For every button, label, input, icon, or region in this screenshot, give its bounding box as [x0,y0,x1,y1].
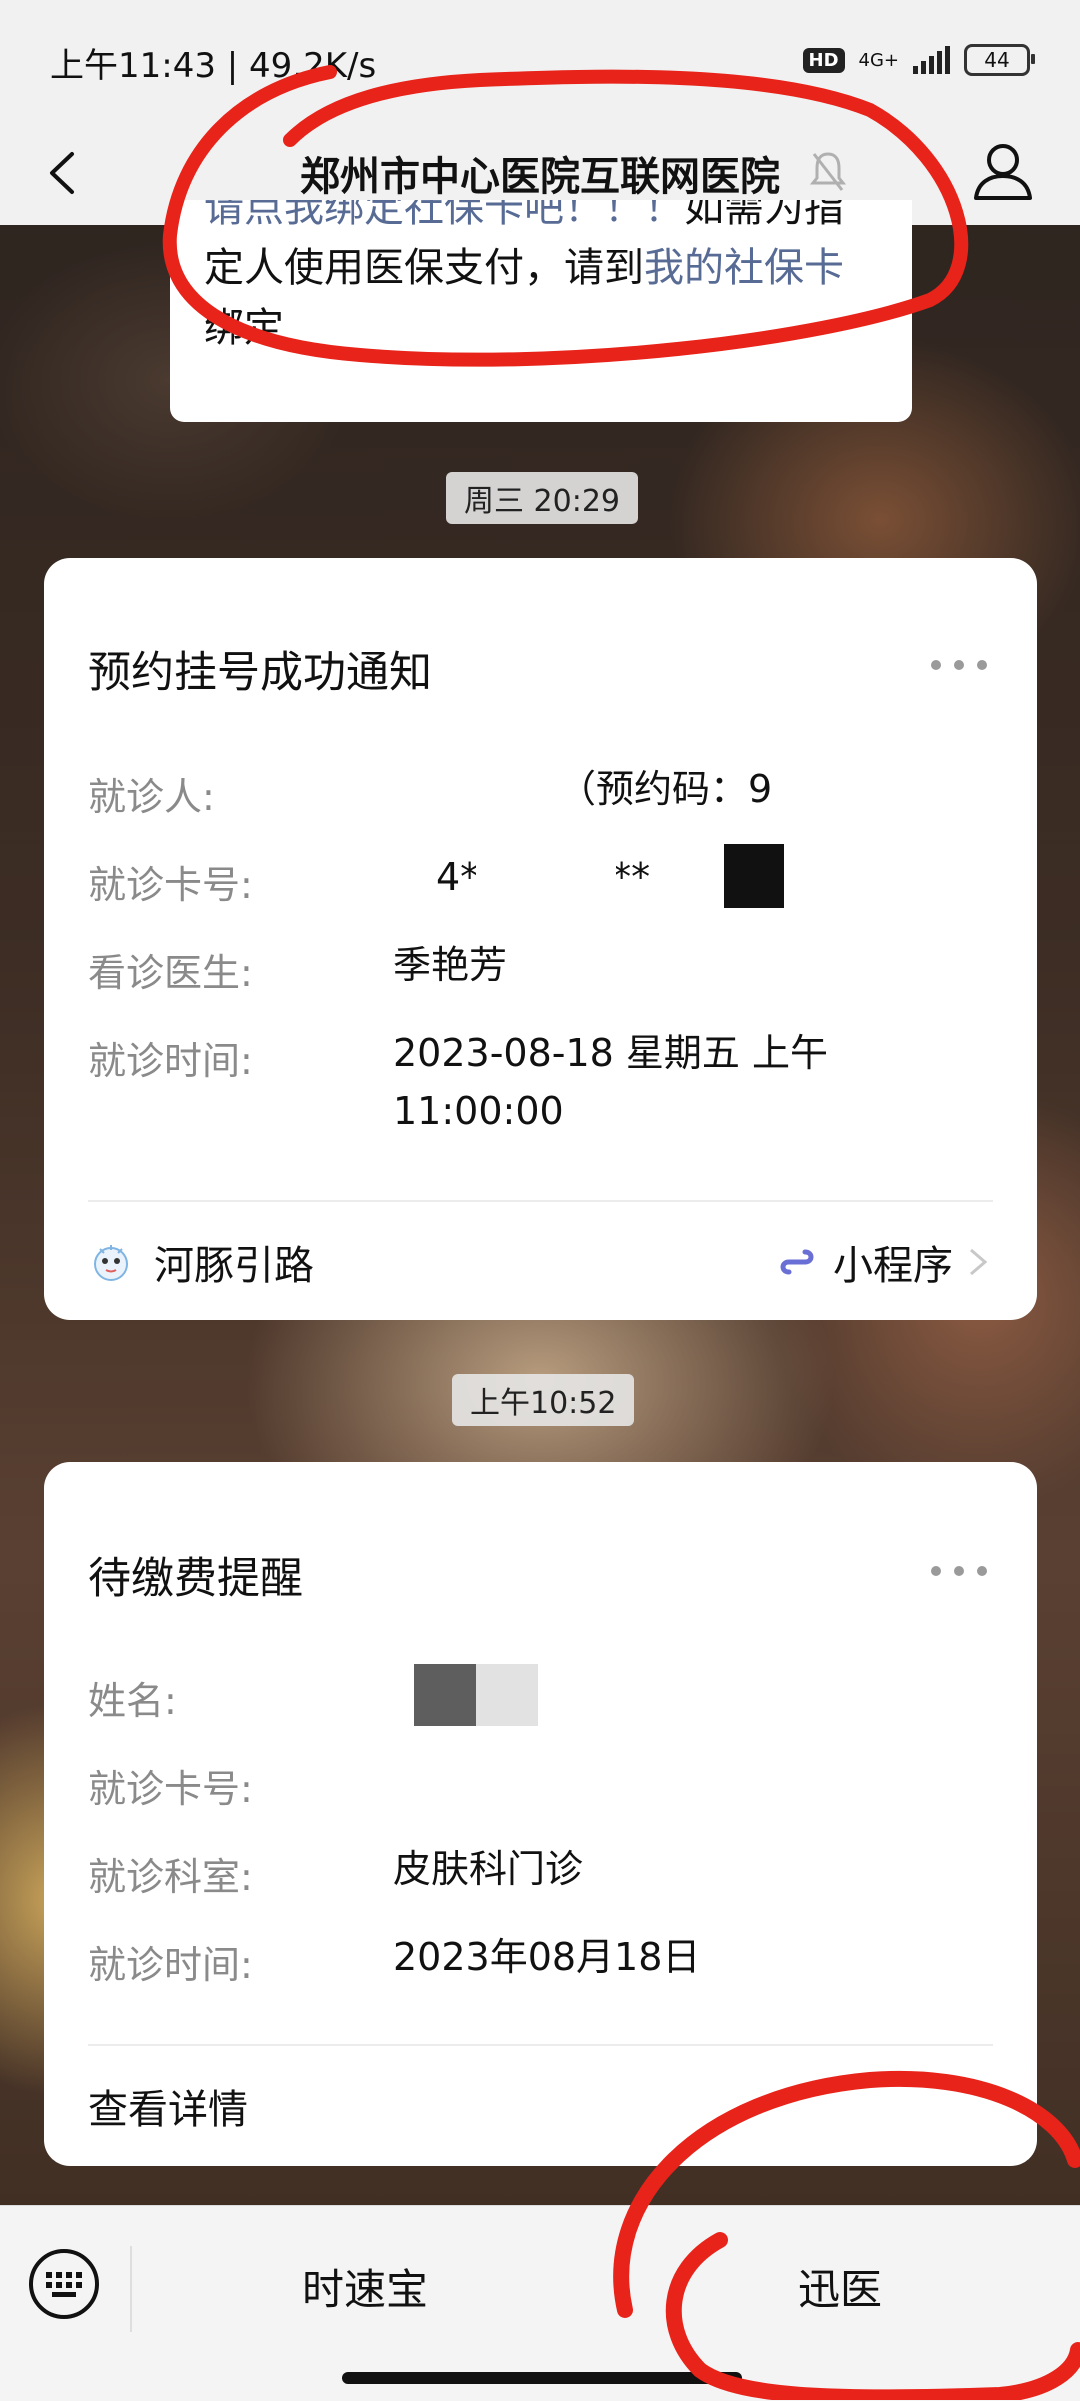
hd-badge: HD [802,47,845,73]
redaction-mask [414,1664,476,1726]
patient-row: 就诊人: （预约码：9 [88,766,993,826]
card-title: 待缴费提醒 [88,1554,303,1604]
card-number-row: 就诊卡号: [88,1758,993,1818]
mini-program-label: 小程序 [833,1243,953,1289]
visit-date-row: 就诊时间: 2023年08月18日 [88,1934,993,1994]
field-value: 皮肤科门诊 [393,1847,584,1891]
chat-title: 郑州市中心医院互联网医院 [300,153,780,200]
field-label: 姓名: [88,1679,177,1723]
profile-icon[interactable] [966,134,1040,208]
menu-item-shisubao[interactable]: 时速宝 [302,2256,428,2317]
appointment-card[interactable]: 预约挂号成功通知 就诊人: （预约码：9 就诊卡号: 4********** 看… [44,558,1037,1320]
bind-card-link[interactable]: 请点我绑定社保卡吧！！！ [204,200,684,231]
message-bubble[interactable]: 请点我绑定社保卡吧！！！如需为指定人使用医保支付，请到我的社保卡绑定 [170,200,912,422]
field-label: 就诊人: [88,775,215,819]
status-bar: 上午11:43 | 49.2K/s HD 4G+ 44 [0,0,1080,120]
timestamp: 上午10:52 [452,1374,635,1426]
menu-divider [130,2246,132,2332]
field-label: 就诊卡号: [88,1767,253,1811]
more-options-icon[interactable] [931,1564,987,1578]
signal-icon [913,46,950,74]
menu-item-xunyi[interactable]: 迅医 [798,2256,882,2317]
more-options-icon[interactable] [931,658,987,672]
field-label: 就诊卡号: [88,863,253,907]
mini-program-icon [780,1249,814,1275]
redaction-mask [476,1664,538,1726]
doctor-row: 看诊医生: 季艳芳 [88,942,993,1002]
field-label: 就诊时间: [88,1039,253,1083]
name-row: 姓名: [88,1664,993,1730]
field-label: 就诊时间: [88,1943,253,1987]
pufferfish-icon [94,1245,128,1281]
field-value: 2023-08-18 星期五 上午 11:00:00 [393,1031,828,1133]
my-insurance-card-link[interactable]: 我的社保卡 [644,245,844,291]
status-time: 上午11:43 | 49.2K/s [50,46,377,86]
view-details-link[interactable]: 查看详情 [88,2076,993,2136]
department-row: 就诊科室: 皮肤科门诊 [88,1846,993,1906]
status-icons: HD 4G+ 44 [802,44,1035,76]
field-value: 季艳芳 [393,943,508,987]
keyboard-icon[interactable] [26,2246,102,2322]
visit-time-row: 就诊时间: 2023-08-18 星期五 上午 11:00:00 [88,1030,993,1150]
home-indicator [342,2372,742,2384]
card-footer[interactable]: 河豚引路 小程序 [88,1232,993,1292]
message-text: 请点我绑定社保卡吧！！！如需为指定人使用医保支付，请到我的社保卡绑定 [204,200,878,358]
card-title: 预约挂号成功通知 [88,648,432,698]
mute-bell-icon [809,152,847,191]
redaction-mask [476,854,616,912]
field-label: 就诊科室: [88,1855,253,1899]
battery-level: 44 [984,48,1010,72]
network-type: 4G+ [858,49,899,71]
payment-reminder-card[interactable]: 待缴费提醒 姓名: 就诊卡号: 就诊科室: 皮肤科门诊 就诊时间: 2023年0… [44,1462,1037,2166]
card-number-row: 就诊卡号: 4********** [88,844,993,914]
divider [88,2044,993,2046]
back-arrow-icon[interactable] [34,138,94,208]
timestamp: 周三 20:29 [446,472,638,524]
redaction-mask [808,770,948,814]
divider [88,1200,993,1202]
field-value: 2023年08月18日 [393,1935,701,1979]
view-details-label: 查看详情 [88,2087,248,2133]
field-label: 看诊医生: [88,951,253,995]
guide-label: 河豚引路 [154,1243,314,1289]
chevron-right-icon [970,1248,988,1276]
battery-icon: 44 [964,44,1035,76]
redaction-mask [724,844,784,908]
message-text-end: 绑定 [204,305,284,351]
